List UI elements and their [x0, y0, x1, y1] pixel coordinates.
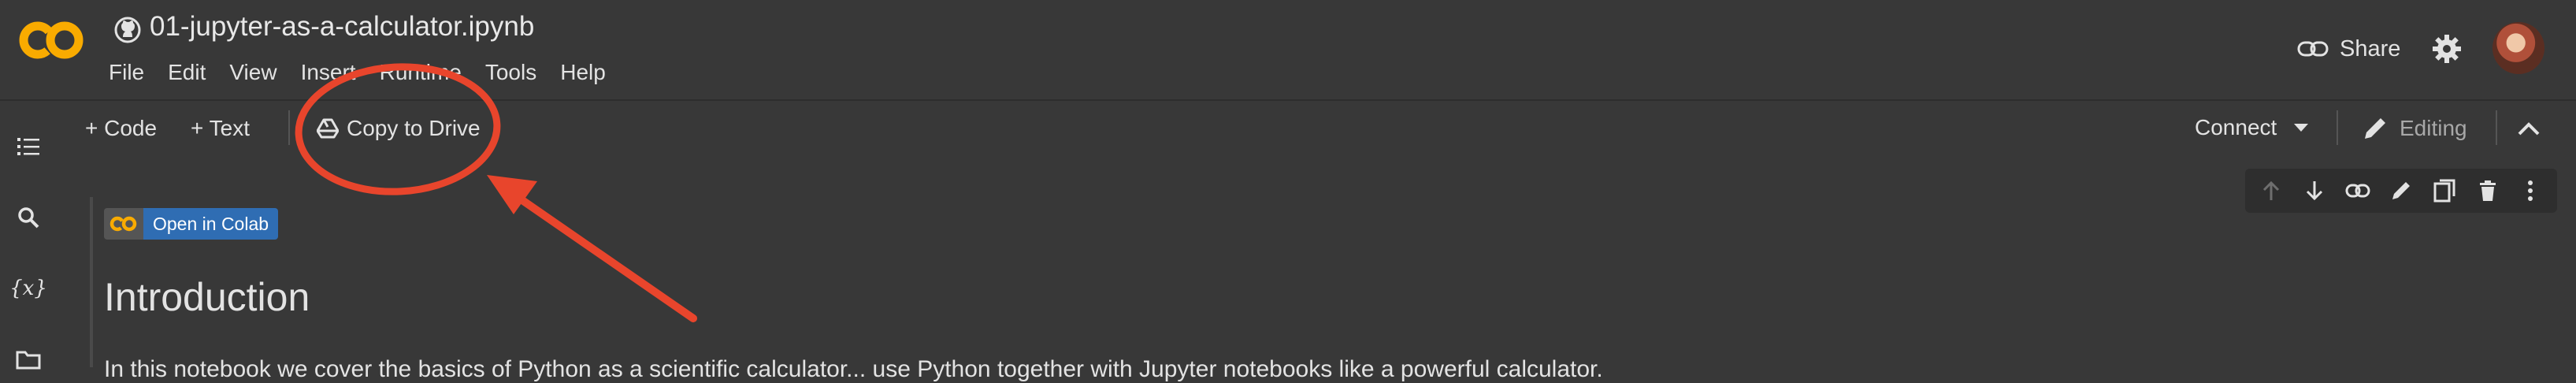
- link-icon: [2297, 41, 2329, 57]
- cell-heading: Introduction: [104, 275, 310, 319]
- cell-toolbar: [2245, 169, 2557, 213]
- copy-to-drive-label: Copy to Drive: [347, 116, 481, 140]
- pencil-icon: [2365, 118, 2385, 139]
- notebook-title[interactable]: 01-jupyter-as-a-calculator.ipynb: [150, 11, 534, 43]
- toolbar-divider: [288, 110, 290, 145]
- toolbar-divider: [2337, 110, 2338, 145]
- copy-to-drive-button[interactable]: Copy to Drive: [317, 116, 481, 140]
- move-cell-down-icon[interactable]: [2300, 177, 2329, 205]
- collapse-header-icon[interactable]: [2513, 115, 2544, 142]
- edit-cell-pencil-icon[interactable]: [2387, 177, 2415, 205]
- menu-bar: File Edit View Insert Runtime Tools Help: [109, 60, 606, 88]
- colab-logo[interactable]: [17, 16, 85, 65]
- toolbar-divider: [2496, 110, 2497, 145]
- cell-left-border: [90, 197, 93, 367]
- share-button[interactable]: Share: [2297, 33, 2400, 65]
- add-code-label: + Code: [85, 116, 158, 140]
- editing-label: Editing: [2400, 116, 2467, 140]
- mirror-cell-icon[interactable]: [2430, 177, 2459, 205]
- menu-file[interactable]: File: [109, 60, 144, 88]
- search-icon[interactable]: [13, 202, 44, 233]
- cell-body-text: In this notebook we cover the basics of …: [104, 356, 1603, 382]
- connect-button[interactable]: Connect: [2195, 115, 2310, 140]
- delete-cell-icon[interactable]: [2474, 177, 2502, 205]
- table-of-contents-icon[interactable]: [13, 131, 44, 162]
- menu-tools[interactable]: Tools: [485, 60, 536, 88]
- notebook-content: [58, 156, 2576, 367]
- variables-icon[interactable]: {x}: [9, 273, 47, 304]
- connect-label: Connect: [2195, 115, 2277, 139]
- menu-runtime[interactable]: Runtime: [380, 60, 462, 88]
- menu-view[interactable]: View: [229, 60, 277, 88]
- move-cell-up-icon[interactable]: [2257, 177, 2285, 205]
- dropdown-caret-icon: [2294, 124, 2309, 132]
- add-code-button[interactable]: + Code: [85, 116, 158, 140]
- files-folder-icon[interactable]: [13, 344, 44, 375]
- badge-label: Open in Colab: [143, 208, 279, 240]
- add-text-button[interactable]: + Text: [191, 116, 250, 140]
- google-drive-icon: [317, 118, 339, 139]
- menu-edit[interactable]: Edit: [168, 60, 206, 88]
- more-options-icon[interactable]: [2516, 177, 2544, 205]
- add-text-label: + Text: [191, 116, 250, 140]
- open-in-colab-badge[interactable]: Open in Colab: [104, 208, 279, 240]
- github-icon: [114, 17, 141, 43]
- share-label: Share: [2340, 35, 2401, 61]
- settings-gear-icon[interactable]: [2431, 33, 2463, 65]
- editing-mode-button[interactable]: Editing: [2362, 115, 2467, 142]
- menu-help[interactable]: Help: [560, 60, 606, 88]
- user-avatar[interactable]: [2492, 22, 2544, 74]
- left-sidebar: [0, 156, 58, 367]
- link-to-cell-icon[interactable]: [2344, 177, 2372, 205]
- colab-badge-logo-icon: [104, 208, 143, 240]
- menu-insert[interactable]: Insert: [301, 60, 356, 88]
